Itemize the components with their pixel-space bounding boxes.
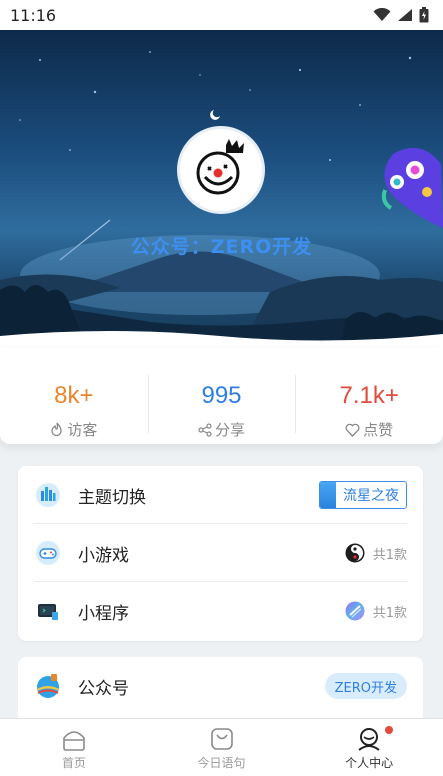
status-icons [373,7,429,23]
stat-visitors[interactable]: 8k+ 访客 [0,361,148,439]
nav-item-home[interactable]: 首页 [0,719,148,776]
menu-label: 主题切换 [78,487,146,508]
stat-label: 访客 [67,421,98,439]
signal-icon [398,9,412,21]
status-bar: 11:16 [0,0,443,30]
hero-banner: 公众号：ZERO开发 [0,30,443,352]
menu-label: 小程序 [78,603,129,624]
purple-monster-icon[interactable] [381,144,443,228]
bottom-nav: 首页 今日语句 个人中心 [0,718,443,776]
avatar[interactable] [177,126,265,214]
games-count: 共1款 [372,547,407,563]
menu-card: 主题切换 流星之夜 小游戏 共1款 小程序 共1款 [18,466,423,641]
notification-dot [385,726,394,734]
stat-label: 分享 [215,421,246,439]
theme-button-label: 流星之夜 [343,488,399,504]
share-icon [198,422,212,437]
profile-icon [358,728,380,751]
official-account-icon [34,672,62,700]
clown-king-avatar-icon [196,139,244,195]
nav-label: 首页 [61,756,86,770]
menu-label: 公众号 [78,678,129,699]
menu-item-games[interactable]: 小游戏 共1款 [18,524,423,582]
stat-value: 7.1k+ [339,382,399,409]
nav-label: 今日语句 [197,756,246,770]
home-icon [63,731,85,751]
brand-title: 公众号：ZERO开发 [130,236,313,258]
menu-item-mini-programs[interactable]: 小程序 共1款 [18,582,423,640]
theme-city-icon [34,481,62,509]
fire-icon [51,422,62,437]
nav-item-profile[interactable]: 个人中心 [295,719,443,776]
mini-program-thumb-icon [345,601,365,621]
battery-icon [419,7,429,23]
mini-programs-count: 共1款 [372,605,407,621]
nav-label: 个人中心 [345,756,394,770]
stat-likes[interactable]: 7.1k+ 点赞 [295,361,443,439]
heart-icon [345,423,360,437]
wifi-icon [373,8,391,21]
menu-label: 小游戏 [78,545,129,566]
stat-label: 点赞 [363,421,394,439]
nav-item-daily-quote[interactable]: 今日语句 [148,719,296,776]
stat-value: 995 [201,382,242,409]
mini-program-icon [34,597,62,625]
status-time: 11:16 [10,5,57,25]
stats-card: 8k+ 访客 995 分享 7.1k+ 点赞 [0,348,443,444]
game-icon [34,539,62,567]
stat-value: 8k+ [54,382,94,409]
menu-item-theme[interactable]: 主题切换 流星之夜 [18,466,423,524]
quote-bag-icon [210,728,233,750]
stat-shares[interactable]: 995 分享 [147,361,296,439]
game-thumb-icon [345,543,365,563]
menu-item-official-account[interactable]: 公众号 ZERO开发 [18,657,423,715]
official-account-pill[interactable]: ZERO开发 [324,673,407,699]
theme-switch-button[interactable]: 流星之夜 [319,481,407,509]
